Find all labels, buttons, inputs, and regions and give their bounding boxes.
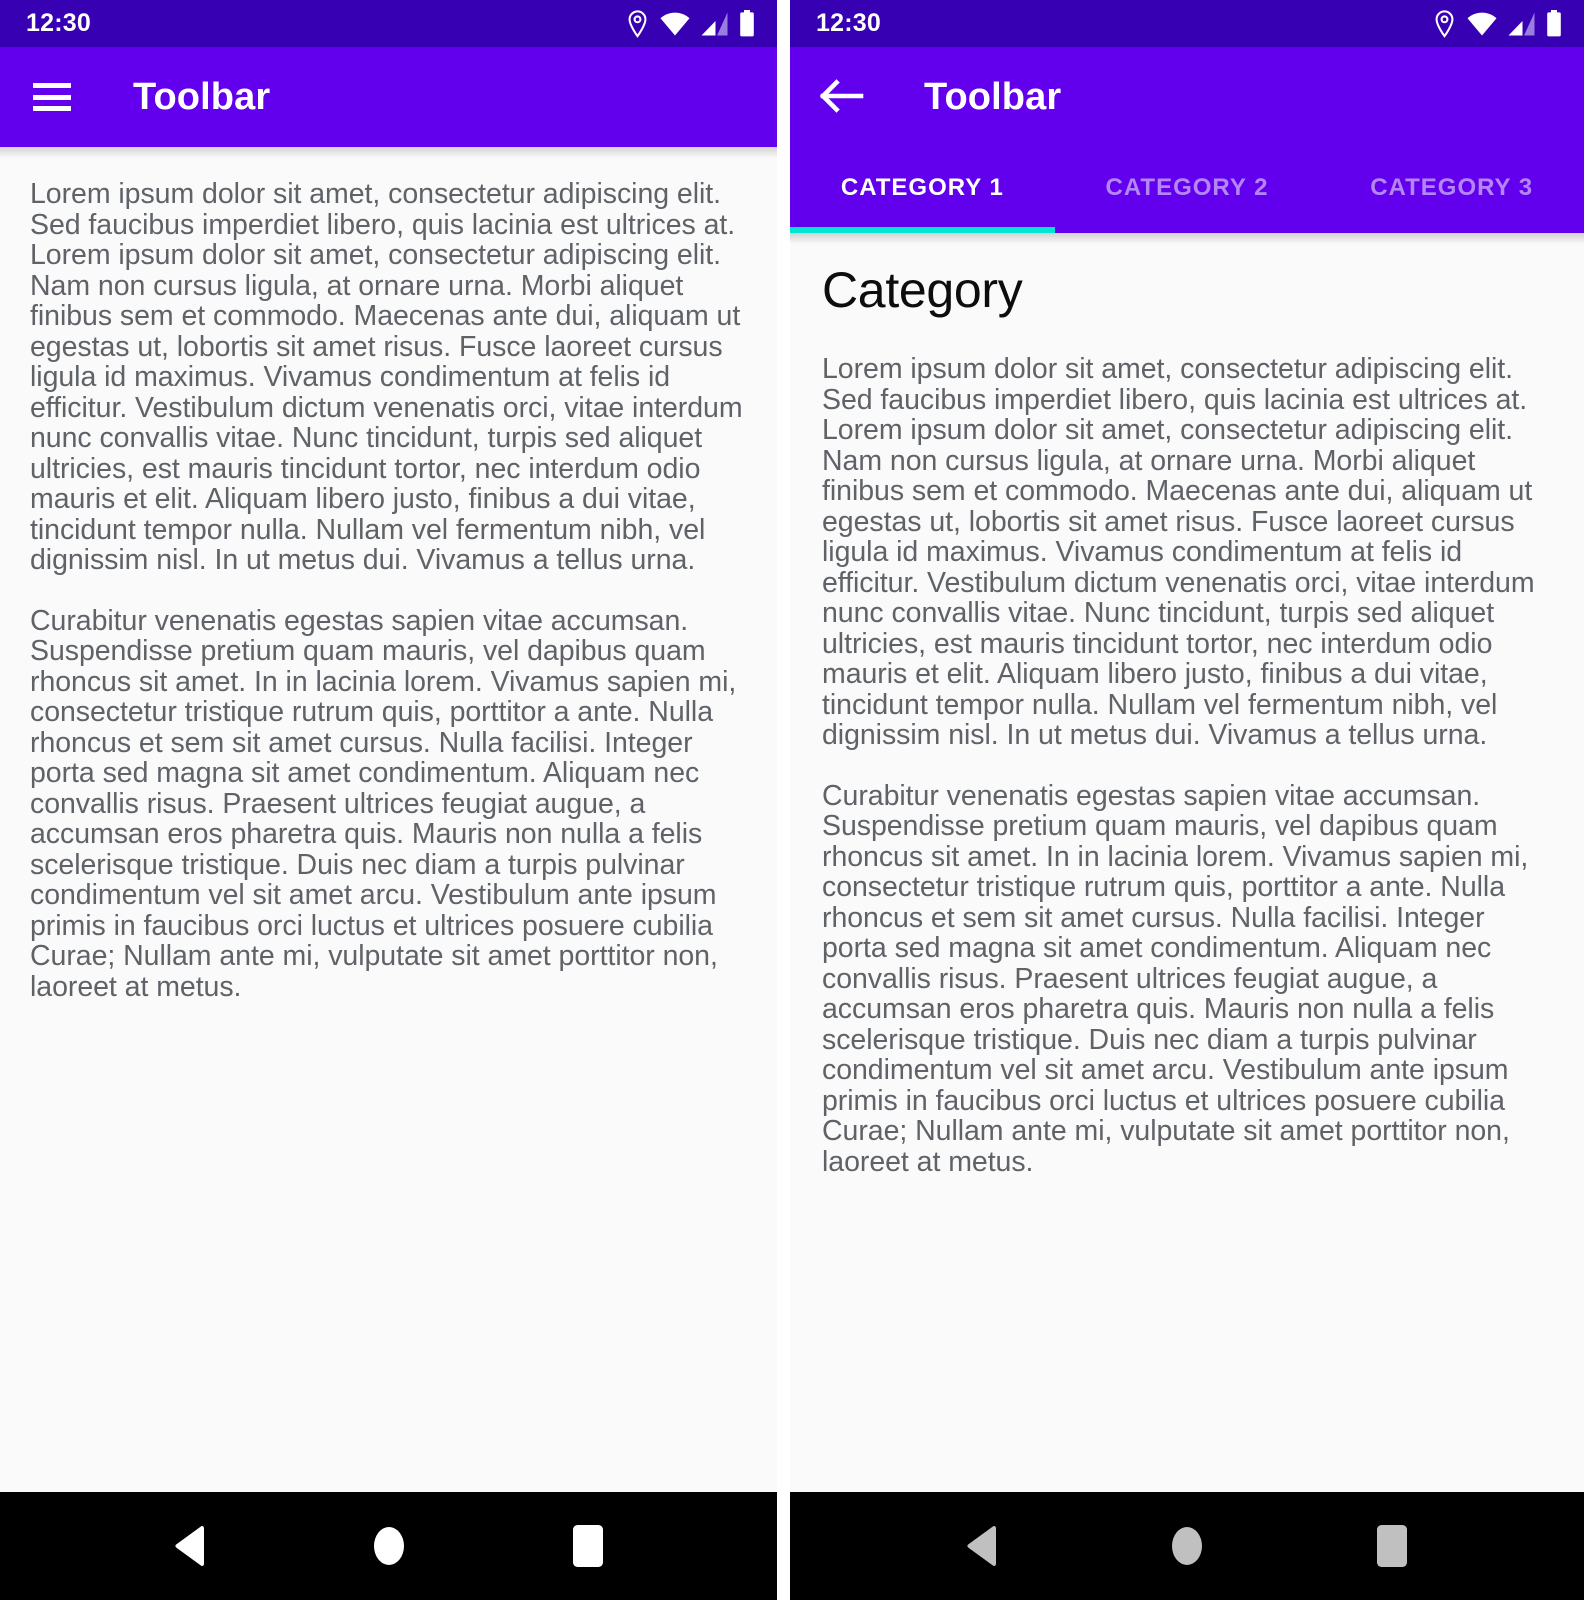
back-triangle-icon	[965, 1525, 999, 1567]
android-navigation-bar	[790, 1492, 1584, 1600]
back-navigation-button[interactable]	[812, 67, 872, 127]
status-bar-icons	[626, 9, 755, 38]
recents-square-icon	[572, 1524, 604, 1568]
android-navigation-bar	[0, 1492, 777, 1600]
hamburger-menu-button[interactable]	[22, 67, 82, 127]
recents-square-icon	[1376, 1524, 1408, 1568]
page-title: Toolbar	[924, 76, 1062, 118]
toolbar-row: Toolbar	[790, 47, 1584, 147]
body-paragraph: Lorem ipsum dolor sit amet, consectetur …	[30, 178, 743, 576]
status-bar: 12:30	[0, 0, 777, 47]
tab-category-2[interactable]: CATEGORY 2	[1055, 147, 1320, 233]
battery-icon	[1546, 10, 1562, 37]
dual-screen-comparison: 12:30 Toolbar Lorem ipsum dolor sit amet…	[0, 0, 1584, 1600]
nav-recents-button[interactable]	[1347, 1501, 1437, 1591]
content-area: Lorem ipsum dolor sit amet, consectetur …	[0, 147, 777, 1492]
cellular-signal-icon	[701, 12, 728, 36]
location-pin-icon	[1433, 9, 1456, 38]
nav-home-button[interactable]	[1142, 1501, 1232, 1591]
back-triangle-icon	[173, 1525, 207, 1567]
nav-back-button[interactable]	[145, 1501, 235, 1591]
content-area: Category Lorem ipsum dolor sit amet, con…	[790, 233, 1584, 1492]
hamburger-menu-icon	[33, 83, 71, 111]
home-circle-icon	[372, 1524, 406, 1568]
cellular-signal-icon	[1508, 12, 1535, 36]
body-paragraph: Lorem ipsum dolor sit amet, consectetur …	[822, 353, 1535, 751]
app-toolbar: Toolbar CATEGORY 1 CATEGORY 2 CATEGORY 3	[790, 47, 1584, 244]
right-phone-screen: 12:30 Toolbar CATEGORY 1 CATEGORY 2 CATE…	[790, 0, 1584, 1600]
body-paragraph: Curabitur venenatis egestas sapien vitae…	[822, 779, 1529, 1178]
status-bar: 12:30	[790, 0, 1584, 47]
tab-category-3[interactable]: CATEGORY 3	[1319, 147, 1584, 233]
active-tab-indicator	[790, 227, 1055, 233]
category-tab-bar: CATEGORY 1 CATEGORY 2 CATEGORY 3	[790, 147, 1584, 233]
status-bar-clock: 12:30	[816, 9, 881, 37]
home-circle-icon	[1170, 1524, 1204, 1568]
status-bar-icons	[1433, 9, 1562, 38]
left-phone-screen: 12:30 Toolbar Lorem ipsum dolor sit amet…	[0, 0, 777, 1600]
category-heading: Category	[822, 262, 1023, 318]
body-paragraph: Curabitur venenatis egestas sapien vitae…	[30, 604, 737, 1003]
page-title: Toolbar	[133, 76, 271, 118]
tab-category-1[interactable]: CATEGORY 1	[790, 147, 1055, 233]
status-bar-clock: 12:30	[26, 9, 91, 37]
app-toolbar: Toolbar	[0, 47, 777, 158]
battery-icon	[739, 10, 755, 37]
location-pin-icon	[626, 9, 649, 38]
nav-back-button[interactable]	[937, 1501, 1027, 1591]
wifi-icon	[1467, 12, 1497, 36]
wifi-icon	[660, 12, 690, 36]
back-arrow-icon	[819, 78, 864, 117]
nav-home-button[interactable]	[344, 1501, 434, 1591]
screen-divider-gap	[777, 0, 790, 1600]
toolbar-row: Toolbar	[0, 47, 777, 147]
nav-recents-button[interactable]	[543, 1501, 633, 1591]
